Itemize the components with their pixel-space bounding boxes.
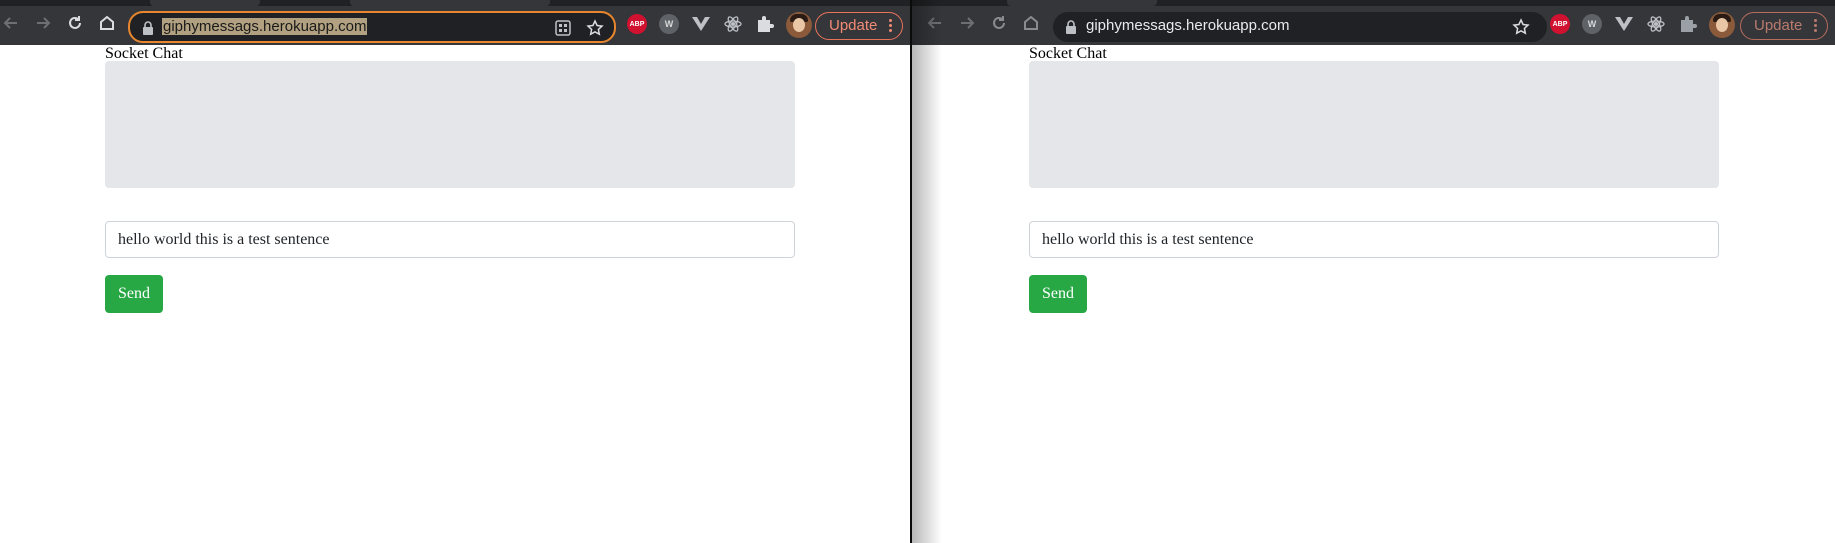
browser-toolbar: giphymessags.herokuapp.com ABP W Update	[912, 0, 1835, 45]
tab-strip	[0, 0, 910, 6]
tab[interactable]	[1007, 0, 1157, 6]
back-arrow-icon[interactable]	[0, 12, 22, 34]
browser-toolbar: giphymessags.herokuapp.com ABP W Update	[0, 0, 910, 45]
browser-window-right: giphymessags.herokuapp.com ABP W Update …	[912, 0, 1835, 543]
messages-box	[1029, 61, 1719, 188]
tab-strip	[912, 0, 1835, 6]
browser-window-left: giphymessags.herokuapp.com ABP W Update …	[0, 0, 910, 543]
kebab-menu-icon[interactable]	[1814, 19, 1818, 33]
lock-icon[interactable]	[1065, 20, 1077, 34]
home-icon[interactable]	[96, 12, 118, 34]
profile-avatar[interactable]	[786, 12, 812, 38]
reload-icon[interactable]	[64, 12, 86, 34]
react-devtools-icon[interactable]	[1646, 14, 1666, 34]
send-button[interactable]: Send	[105, 275, 163, 313]
messages-box	[105, 61, 795, 188]
message-input[interactable]	[105, 221, 795, 258]
update-label: Update	[829, 17, 878, 34]
bookmark-star-icon[interactable]	[586, 19, 604, 37]
address-url[interactable]: giphymessags.herokuapp.com	[1086, 17, 1289, 34]
address-bar[interactable]: giphymessags.herokuapp.com	[1053, 12, 1547, 42]
puzzle-extensions-icon[interactable]	[755, 14, 775, 34]
adblock-plus-icon[interactable]: ABP	[627, 14, 647, 34]
vue-devtools-icon[interactable]	[691, 16, 711, 32]
tab[interactable]	[150, 0, 260, 6]
address-bar[interactable]: giphymessags.herokuapp.com	[128, 11, 616, 43]
kebab-menu-icon[interactable]	[889, 19, 893, 33]
update-label: Update	[1754, 17, 1803, 34]
lock-icon[interactable]	[142, 21, 154, 35]
vue-devtools-icon[interactable]	[1614, 16, 1634, 32]
update-button[interactable]: Update	[815, 12, 903, 40]
page-content: Socket Chat Send	[0, 45, 910, 543]
update-button[interactable]: Update	[1740, 12, 1828, 40]
back-arrow-icon[interactable]	[924, 12, 946, 34]
wv-extension-icon[interactable]: W	[659, 14, 679, 34]
address-url[interactable]: giphymessags.herokuapp.com	[162, 18, 368, 35]
forward-arrow-icon[interactable]	[32, 12, 54, 34]
adblock-plus-icon[interactable]: ABP	[1550, 14, 1570, 34]
forward-arrow-icon[interactable]	[956, 12, 978, 34]
message-input[interactable]	[1029, 221, 1719, 258]
puzzle-extensions-icon[interactable]	[1678, 14, 1698, 34]
wv-extension-icon[interactable]: W	[1582, 14, 1602, 34]
bookmark-star-icon[interactable]	[1512, 18, 1530, 36]
reload-icon[interactable]	[988, 12, 1010, 34]
tab[interactable]	[350, 0, 550, 6]
home-icon[interactable]	[1020, 12, 1042, 34]
profile-avatar[interactable]	[1709, 12, 1735, 38]
qr-code-icon[interactable]	[554, 19, 572, 37]
page-content: Socket Chat Send	[912, 45, 1835, 543]
send-button[interactable]: Send	[1029, 275, 1087, 313]
react-devtools-icon[interactable]	[723, 14, 743, 34]
